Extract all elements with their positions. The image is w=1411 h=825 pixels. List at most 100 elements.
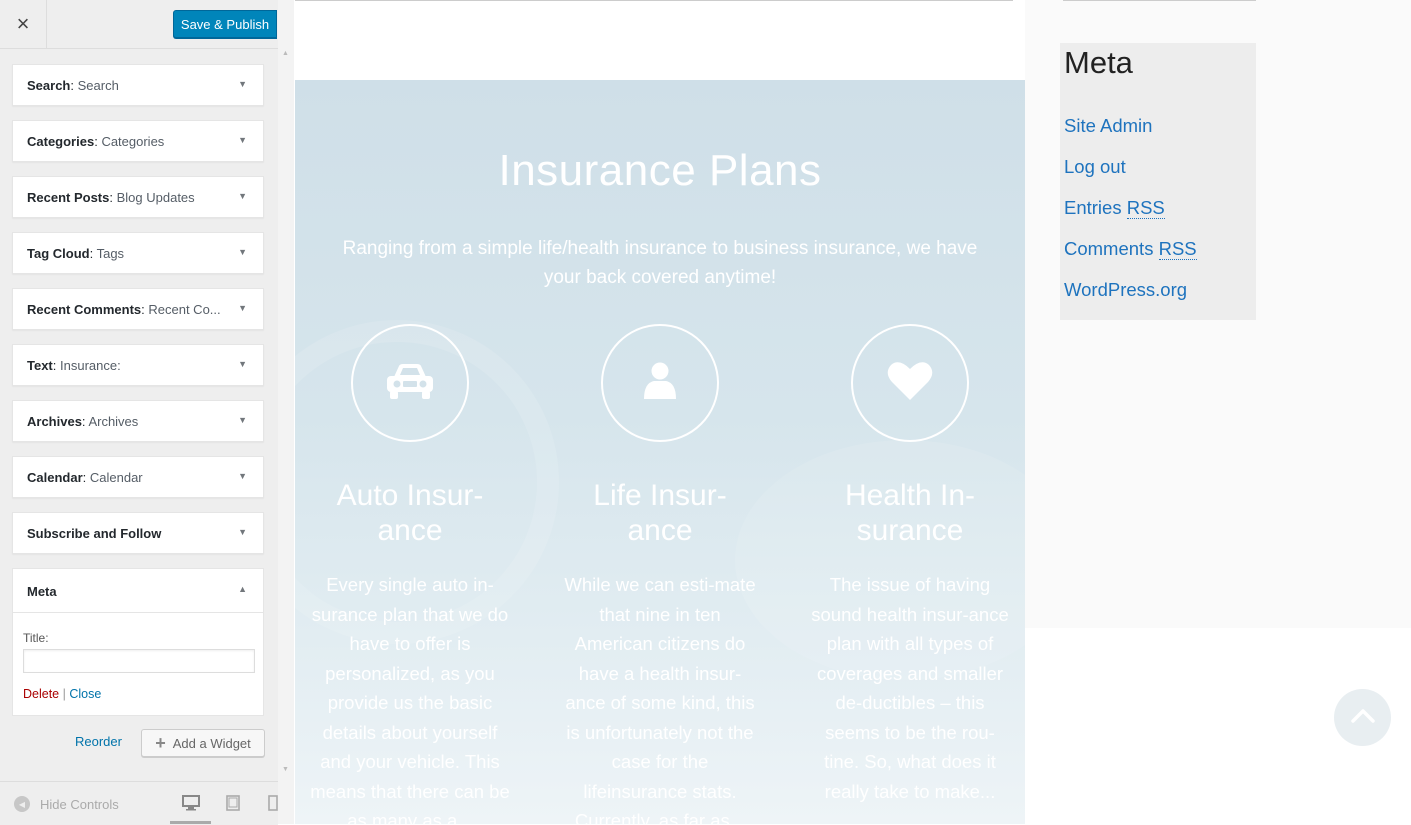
expand-arrow-icon[interactable]: ▼ [238,359,247,369]
scroll-up-arrow-icon[interactable]: ▲ [282,50,289,57]
link-text: WordPress.org [1064,279,1188,300]
plan-title: Auto Insur-ance [305,478,515,548]
scroll-down-arrow-icon[interactable]: ▼ [282,766,289,773]
widget-subtitle: Calendar [89,470,143,485]
widget-name: Recent Comments [27,302,142,317]
add-widget-label: Add a Widget [172,735,251,751]
widget-subscribe-follow[interactable]: Subscribe and Follow ▼ [12,512,264,554]
close-customizer-button[interactable]: × [0,0,47,48]
tablet-icon[interactable] [226,795,240,816]
meta-heading: Meta [1064,45,1133,80]
widget-title: Calendar: Calendar [27,470,227,485]
widget-subtitle: Blog Updates [116,190,195,205]
action-separator: | [62,687,66,701]
widget-title: Search: Search [27,78,227,93]
user-icon [642,361,678,406]
divider [1063,0,1256,1]
widget-recent-posts[interactable]: Recent Posts: Blog Updates ▼ [12,176,264,218]
widget-subtitle: Insurance: [60,358,121,373]
widget-subtitle: Archives [88,414,139,429]
plan-title-line: ance [377,514,443,547]
expand-arrow-icon[interactable]: ▼ [238,471,247,481]
widget-name: Categories [27,134,95,149]
customizer-header: × Save & Publish [0,0,278,49]
plan-description: While we can esti-mate that nine in ten … [564,574,756,824]
widget-title: Text: Insurance: [27,358,227,373]
collapse-left-icon: ◀ [14,796,30,812]
widget-text[interactable]: Text: Insurance: ▼ [12,344,264,386]
widget-title: Recent Comments: Recent Co... [27,302,227,317]
save-publish-button[interactable]: Save & Publish [173,10,277,38]
wordpress-org-link[interactable]: WordPress.org [1064,279,1187,301]
sidebar-scrollbar[interactable] [278,0,294,824]
widget-archives[interactable]: Archives: Archives ▼ [12,400,264,442]
plan-column-health: Health In-surance The issue of having so… [805,324,1015,806]
plan-title-line: ance [627,514,693,547]
title-input[interactable] [23,649,255,673]
expand-arrow-icon[interactable]: ▼ [238,247,247,257]
widget-recent-comments[interactable]: Recent Comments: Recent Co... ▼ [12,288,264,330]
expand-arrow-icon[interactable]: ▼ [238,135,247,145]
widget-categories[interactable]: Categories: Categories ▼ [12,120,264,162]
plan-title-line: Life Insur- [593,479,727,512]
collapse-arrow-icon[interactable]: ▲ [238,584,247,594]
chevron-up-icon [1350,707,1376,728]
widget-tag-cloud[interactable]: Tag Cloud: Tags ▼ [12,232,264,274]
insurance-plans-section: Insurance Plans Ranging from a simple li… [295,80,1025,824]
widget-title: Subscribe and Follow [27,526,227,541]
widget-meta-header[interactable]: Meta ▲ [13,569,263,613]
mobile-icon[interactable] [268,795,278,816]
link-text: Comments [1064,238,1159,259]
plan-column-life: Life Insur-ance While we can esti-mate t… [555,324,765,824]
entries-rss-link[interactable]: Entries RSS [1064,197,1165,219]
widget-name: Recent Posts [27,190,110,205]
expand-arrow-icon[interactable]: ▼ [238,191,247,201]
close-link[interactable]: Close [69,687,101,701]
widget-name: Tag Cloud [27,246,90,261]
expand-arrow-icon[interactable]: ▼ [238,527,247,537]
expand-arrow-icon[interactable]: ▼ [238,303,247,313]
title-field-label: Title: [23,631,49,645]
widget-name: Text [27,358,53,373]
widget-search[interactable]: Search: Search ▼ [12,64,264,106]
plan-icon-circle [601,324,719,442]
widget-separator: : [82,470,90,485]
expand-arrow-icon[interactable]: ▼ [238,79,247,89]
comments-rss-link[interactable]: Comments RSS [1064,238,1197,260]
meta-sidebar-widget: Meta Site Admin Log out Entries RSS Comm… [1060,43,1256,320]
widget-subtitle: Tags [96,246,125,261]
widget-separator: : [52,358,60,373]
section-title: Insurance Plans [498,146,822,195]
widget-separator: : [89,246,97,261]
site-admin-link[interactable]: Site Admin [1064,115,1152,137]
plan-column-auto: Auto Insur-ance Every single auto in-sur… [305,324,515,824]
desktop-icon[interactable] [182,795,200,816]
expand-arrow-icon[interactable]: ▼ [238,415,247,425]
link-text: Entries [1064,197,1127,218]
widget-subtitle: Recent Co... [148,302,221,317]
widget-name: Meta [27,584,57,599]
preview-top-strip [295,0,1025,80]
widget-name: Calendar [27,470,83,485]
add-widget-button[interactable]: + Add a Widget [141,729,265,757]
widget-separator: : [70,78,78,93]
plan-title: Health In-surance [805,478,1015,548]
widget-separator: : [109,190,117,205]
reorder-link[interactable]: Reorder [75,734,122,749]
plus-icon: + [155,733,166,753]
delete-link[interactable]: Delete [23,687,59,701]
widget-name: Subscribe and Follow [27,526,162,541]
plan-title: Life Insur-ance [555,478,765,548]
plan-icon-circle [351,324,469,442]
hide-controls-label: Hide Controls [40,796,119,812]
link-text: Site Admin [1064,115,1153,136]
widget-calendar[interactable]: Calendar: Calendar ▼ [12,456,264,498]
scroll-to-top-button[interactable] [1334,689,1391,746]
widget-name: Archives [27,414,82,429]
customizer-sidebar: × Save & Publish Search: Search ▼ Catego… [0,0,279,825]
widget-title: Archives: Archives [27,414,227,429]
widget-name: Search [27,78,71,93]
widget-meta-expanded: Meta ▲ Title: Delete | Close [12,568,264,716]
hide-controls-button[interactable]: ◀ Hide Controls [14,796,119,812]
log-out-link[interactable]: Log out [1064,156,1126,178]
